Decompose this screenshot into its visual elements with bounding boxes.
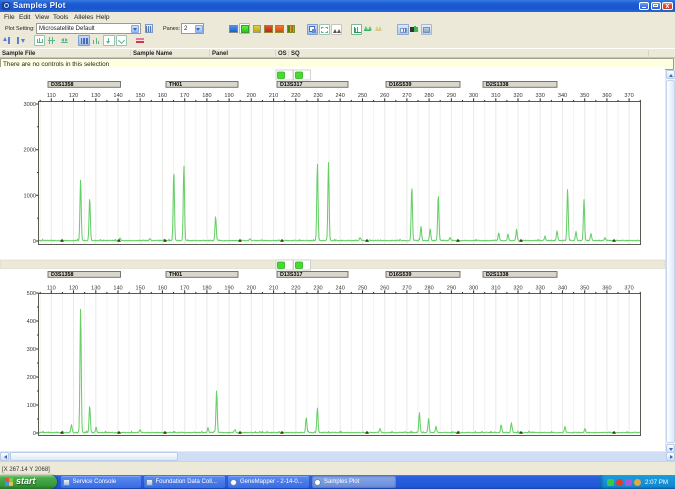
svg-text:370: 370 [624,93,633,99]
svg-text:500: 500 [27,291,36,297]
svg-text:D3S1358: D3S1358 [51,82,73,88]
svg-text:200: 200 [247,93,256,99]
svg-text:300: 300 [469,93,478,99]
svg-text:2000: 2000 [24,148,36,154]
svg-text:0: 0 [33,239,36,245]
svg-text:D13S317: D13S317 [280,272,302,278]
svg-text:230: 230 [313,286,322,292]
svg-text:150: 150 [136,286,145,292]
svg-text:360: 360 [602,286,611,292]
svg-text:110: 110 [47,286,56,292]
svg-text:260: 260 [380,93,389,99]
svg-text:280: 280 [424,93,433,99]
svg-text:170: 170 [180,93,189,99]
svg-text:290: 290 [447,286,456,292]
svg-text:0: 0 [33,431,36,437]
svg-text:250: 250 [358,286,367,292]
svg-text:290: 290 [447,93,456,99]
svg-text:240: 240 [336,93,345,99]
svg-text:200: 200 [247,286,256,292]
svg-text:260: 260 [380,286,389,292]
svg-text:220: 220 [291,93,300,99]
svg-text:110: 110 [47,93,56,99]
svg-text:220: 220 [291,286,300,292]
svg-text:320: 320 [513,286,522,292]
svg-text:1000: 1000 [24,193,36,199]
svg-text:280: 280 [424,286,433,292]
svg-text:180: 180 [202,286,211,292]
svg-text:130: 130 [91,93,100,99]
svg-text:270: 270 [402,93,411,99]
svg-text:3000: 3000 [24,102,36,108]
svg-text:D16S539: D16S539 [389,82,411,88]
svg-text:200: 200 [27,375,36,381]
svg-text:300: 300 [469,286,478,292]
svg-text:130: 130 [91,286,100,292]
svg-text:210: 210 [269,286,278,292]
svg-text:150: 150 [136,93,145,99]
svg-text:D16S539: D16S539 [389,272,411,278]
svg-text:340: 340 [558,286,567,292]
svg-text:170: 170 [180,286,189,292]
svg-text:310: 310 [491,286,500,292]
svg-text:140: 140 [113,93,122,99]
svg-text:230: 230 [313,93,322,99]
svg-text:360: 360 [602,93,611,99]
svg-text:350: 350 [580,93,589,99]
svg-text:190: 190 [224,93,233,99]
svg-text:310: 310 [491,93,500,99]
svg-text:120: 120 [69,93,78,99]
svg-text:300: 300 [27,347,36,353]
svg-text:TH01: TH01 [169,82,182,88]
svg-text:320: 320 [513,93,522,99]
svg-text:D2S1338: D2S1338 [486,82,508,88]
svg-text:270: 270 [402,286,411,292]
svg-text:250: 250 [358,93,367,99]
svg-text:240: 240 [336,286,345,292]
svg-text:340: 340 [558,93,567,99]
svg-text:D3S1358: D3S1358 [51,272,73,278]
svg-text:350: 350 [580,286,589,292]
svg-text:D13S317: D13S317 [280,82,302,88]
svg-text:330: 330 [536,286,545,292]
svg-text:120: 120 [69,286,78,292]
svg-text:400: 400 [27,319,36,325]
svg-text:190: 190 [224,286,233,292]
svg-text:140: 140 [113,286,122,292]
svg-text:TH01: TH01 [169,272,182,278]
svg-text:160: 160 [158,93,167,99]
svg-text:D2S1338: D2S1338 [486,272,508,278]
svg-text:370: 370 [624,286,633,292]
svg-text:210: 210 [269,93,278,99]
svg-text:160: 160 [158,286,167,292]
svg-text:330: 330 [536,93,545,99]
svg-text:100: 100 [27,403,36,409]
svg-text:180: 180 [202,93,211,99]
